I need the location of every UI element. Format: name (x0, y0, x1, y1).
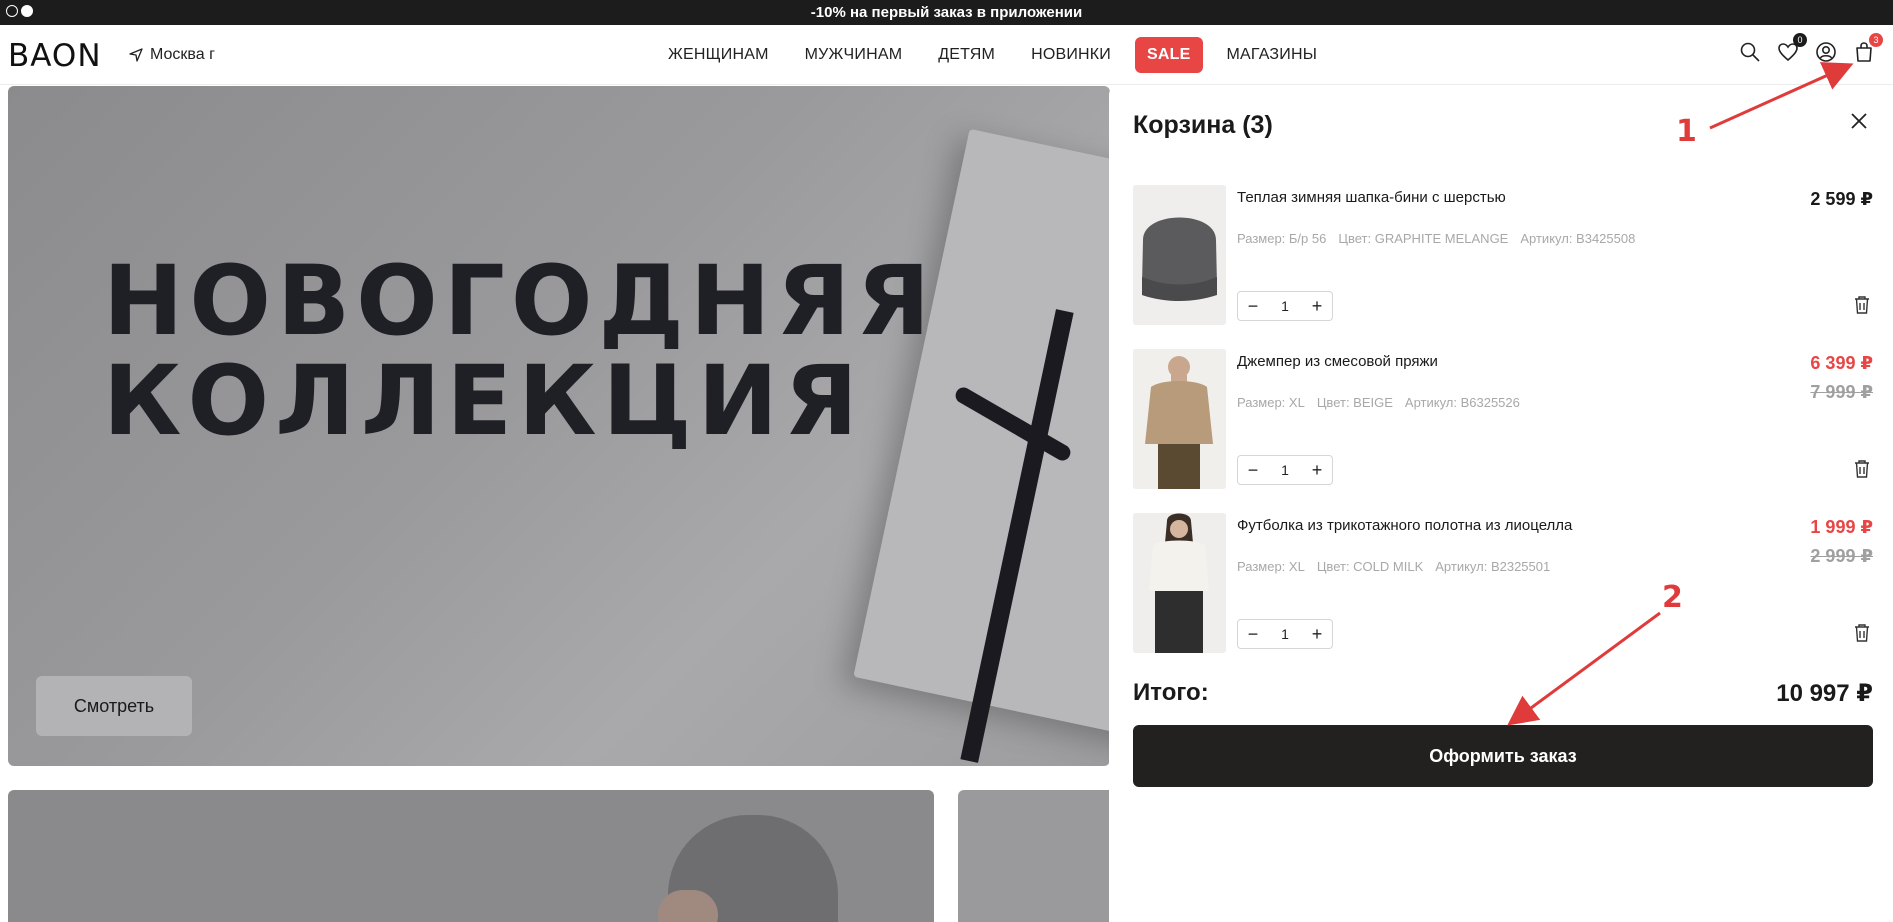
cart-title: Корзина (3) (1133, 111, 1273, 139)
dot-icon (6, 5, 18, 17)
annotation-number-1: 1 (1676, 114, 1697, 149)
product-size: Размер: XL (1237, 559, 1305, 574)
logo[interactable]: BAON (8, 38, 102, 74)
hero-title-line1: НОВОГОДНЯЯ (103, 245, 937, 357)
quantity-stepper: − 1 + (1237, 291, 1333, 321)
favorites-count-badge: 0 (1793, 33, 1807, 47)
cart-drawer: Корзина (3) Теплая зимняя шапка-бини с ш… (1109, 85, 1893, 922)
trash-icon[interactable] (1853, 459, 1871, 479)
account-icon[interactable] (1815, 41, 1839, 65)
product-color: Цвет: COLD MILK (1316, 559, 1424, 574)
increase-button[interactable]: + (1310, 460, 1324, 480)
quantity-value: 1 (1281, 462, 1289, 478)
view-button[interactable]: Смотреть (36, 676, 192, 736)
hero-title: НОВОГОДНЯЯ КОЛЛЕКЦИЯ (103, 245, 937, 457)
model-image (658, 890, 718, 922)
product-image[interactable] (1133, 513, 1226, 653)
product-meta: Размер: XL Цвет: BEIGE Артикул: B6325526 (1237, 395, 1520, 410)
product-image[interactable] (1133, 185, 1226, 325)
product-price: 2 599 ₽ (1810, 189, 1873, 209)
favorites-icon[interactable]: 0 (1777, 33, 1807, 65)
decrease-button[interactable]: − (1246, 460, 1260, 480)
promo-text: -10% на первый заказ в приложении (810, 4, 1083, 21)
nav-kids[interactable]: ДЕТЯМ (920, 46, 1013, 64)
hero-banner: НОВОГОДНЯЯ КОЛЛЕКЦИЯ Смотреть (8, 86, 1110, 766)
quantity-value: 1 (1281, 626, 1289, 642)
increase-button[interactable]: + (1310, 624, 1324, 644)
promo-tile[interactable] (8, 790, 934, 922)
checkout-button[interactable]: Оформить заказ (1133, 725, 1873, 787)
location-arrow-icon (129, 48, 143, 62)
site-header: BAON Москва г ЖЕНЩИНАМ МУЖЧИНАМ ДЕТЯМ НО… (0, 25, 1893, 85)
product-size: Размер: Б/р 56 (1237, 231, 1327, 246)
window-dots (6, 5, 33, 17)
product-article: Артикул: B2325501 (1435, 559, 1551, 574)
nav-sale[interactable]: SALE (1135, 37, 1203, 73)
product-meta: Размер: XL Цвет: COLD MILK Артикул: B232… (1237, 559, 1550, 574)
quantity-stepper: − 1 + (1237, 455, 1333, 485)
promo-tile[interactable] (958, 790, 1118, 922)
nav-women[interactable]: ЖЕНЩИНАМ (650, 46, 787, 64)
cart-item: Джемпер из смесовой пряжи Размер: XL Цве… (1133, 349, 1873, 489)
cart-count-badge: 3 (1869, 33, 1883, 47)
nav-new[interactable]: НОВИНКИ (1013, 46, 1129, 64)
product-image[interactable] (1133, 349, 1226, 489)
product-meta: Размер: Б/р 56 Цвет: GRAPHITE MELANGE Ар… (1237, 231, 1635, 246)
product-old-price: 7 999 ₽ (1810, 382, 1873, 402)
total-value: 10 997 ₽ (1776, 680, 1873, 707)
product-name[interactable]: Джемпер из смесовой пряжи (1237, 353, 1438, 370)
city-label: Москва г (150, 46, 215, 63)
quantity-value: 1 (1281, 298, 1289, 314)
product-article: Артикул: B3425508 (1520, 231, 1636, 246)
hero-title-line2: КОЛЛЕКЦИЯ (103, 345, 864, 457)
product-old-price: 2 999 ₽ (1810, 546, 1873, 566)
product-name[interactable]: Футболка из трикотажного полотна из лиоц… (1237, 517, 1572, 534)
cart-item: Футболка из трикотажного полотна из лиоц… (1133, 513, 1873, 653)
product-name[interactable]: Теплая зимняя шапка-бини с шерстью (1237, 189, 1506, 206)
header-icons: 0 3 (1739, 33, 1883, 65)
increase-button[interactable]: + (1310, 296, 1324, 316)
nav-stores[interactable]: МАГАЗИНЫ (1209, 46, 1336, 64)
search-icon[interactable] (1739, 41, 1763, 65)
quantity-stepper: − 1 + (1237, 619, 1333, 649)
annotation-number-2: 2 (1662, 580, 1683, 615)
nav-men[interactable]: МУЖЧИНАМ (787, 46, 921, 64)
decrease-button[interactable]: − (1246, 296, 1260, 316)
dot-icon (21, 5, 33, 17)
trash-icon[interactable] (1853, 295, 1871, 315)
product-sale-price: 1 999 ₽ (1810, 517, 1873, 537)
product-color: Цвет: GRAPHITE MELANGE (1338, 231, 1509, 246)
decrease-button[interactable]: − (1246, 624, 1260, 644)
total-label: Итого: (1133, 679, 1209, 706)
main-nav: ЖЕНЩИНАМ МУЖЧИНАМ ДЕТЯМ НОВИНКИ SALE МАГ… (650, 37, 1335, 73)
city-selector[interactable]: Москва г (128, 46, 215, 64)
close-icon[interactable] (1849, 111, 1869, 131)
trash-icon[interactable] (1853, 623, 1871, 643)
product-article: Артикул: B6325526 (1404, 395, 1520, 410)
cart-icon[interactable]: 3 (1853, 33, 1883, 65)
product-sale-price: 6 399 ₽ (1810, 353, 1873, 373)
cart-item: Теплая зимняя шапка-бини с шерстью Разме… (1133, 185, 1873, 325)
product-size: Размер: XL (1237, 395, 1305, 410)
product-color: Цвет: BEIGE (1316, 395, 1393, 410)
promo-bar: -10% на первый заказ в приложении (0, 0, 1893, 25)
gift-box-image (853, 128, 1110, 744)
